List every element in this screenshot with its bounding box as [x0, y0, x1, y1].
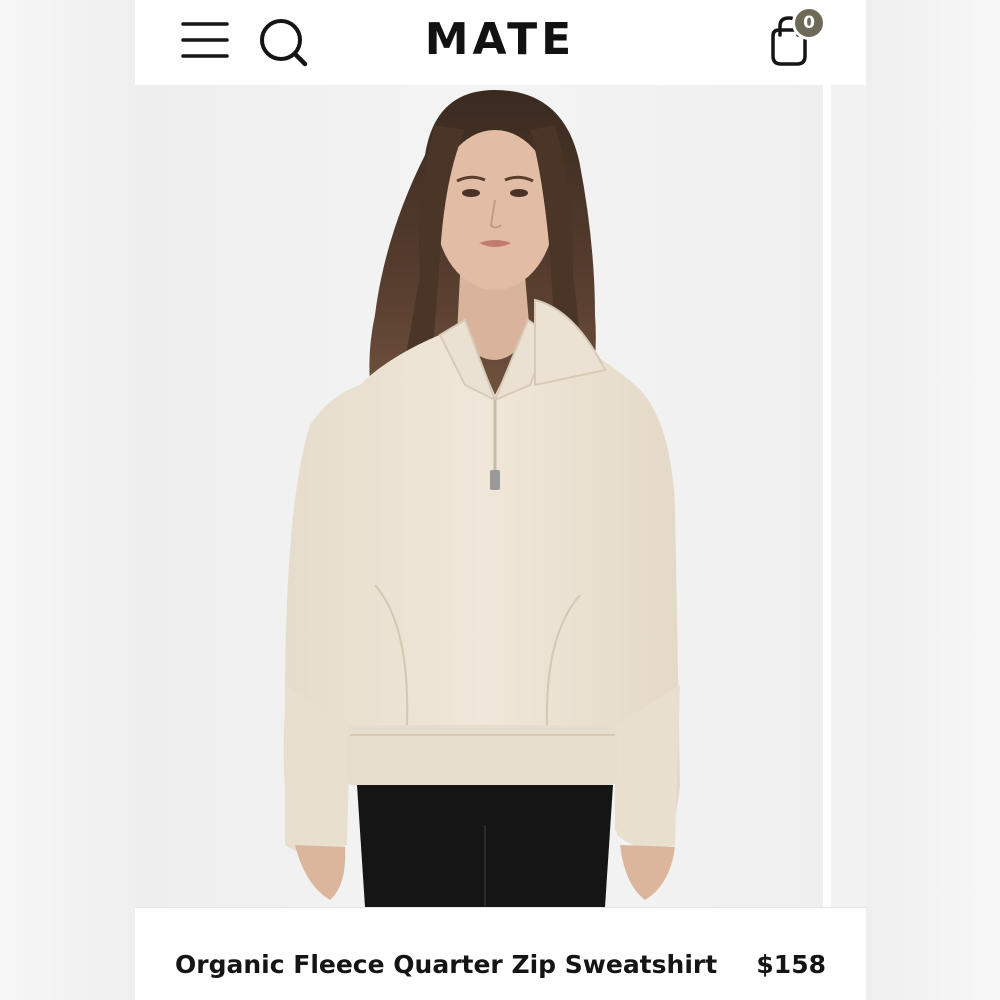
product-image[interactable] [135, 85, 823, 907]
search-icon [260, 19, 308, 67]
menu-button[interactable] [181, 18, 231, 64]
search-button[interactable] [255, 14, 311, 70]
brand-logo[interactable]: MATE [405, 10, 595, 70]
hamburger-menu-icon [181, 22, 229, 58]
header: MATE 0 [135, 0, 866, 85]
gallery-divider [823, 85, 831, 907]
background-right [865, 0, 1000, 1000]
product-name[interactable]: Organic Fleece Quarter Zip Sweatshirt [175, 950, 717, 979]
product-price: $158 [756, 950, 826, 979]
cart-button[interactable]: 0 [761, 6, 833, 70]
cart-count-badge: 0 [792, 6, 826, 40]
product-image-gallery[interactable] [135, 85, 866, 907]
background-left [0, 0, 135, 1000]
product-info: Organic Fleece Quarter Zip Sweatshirt $1… [135, 907, 866, 1000]
mobile-app-frame: MATE 0 Organic Fleece Quarter Zip Sweats… [135, 0, 866, 1000]
next-image-peek[interactable] [831, 85, 866, 907]
